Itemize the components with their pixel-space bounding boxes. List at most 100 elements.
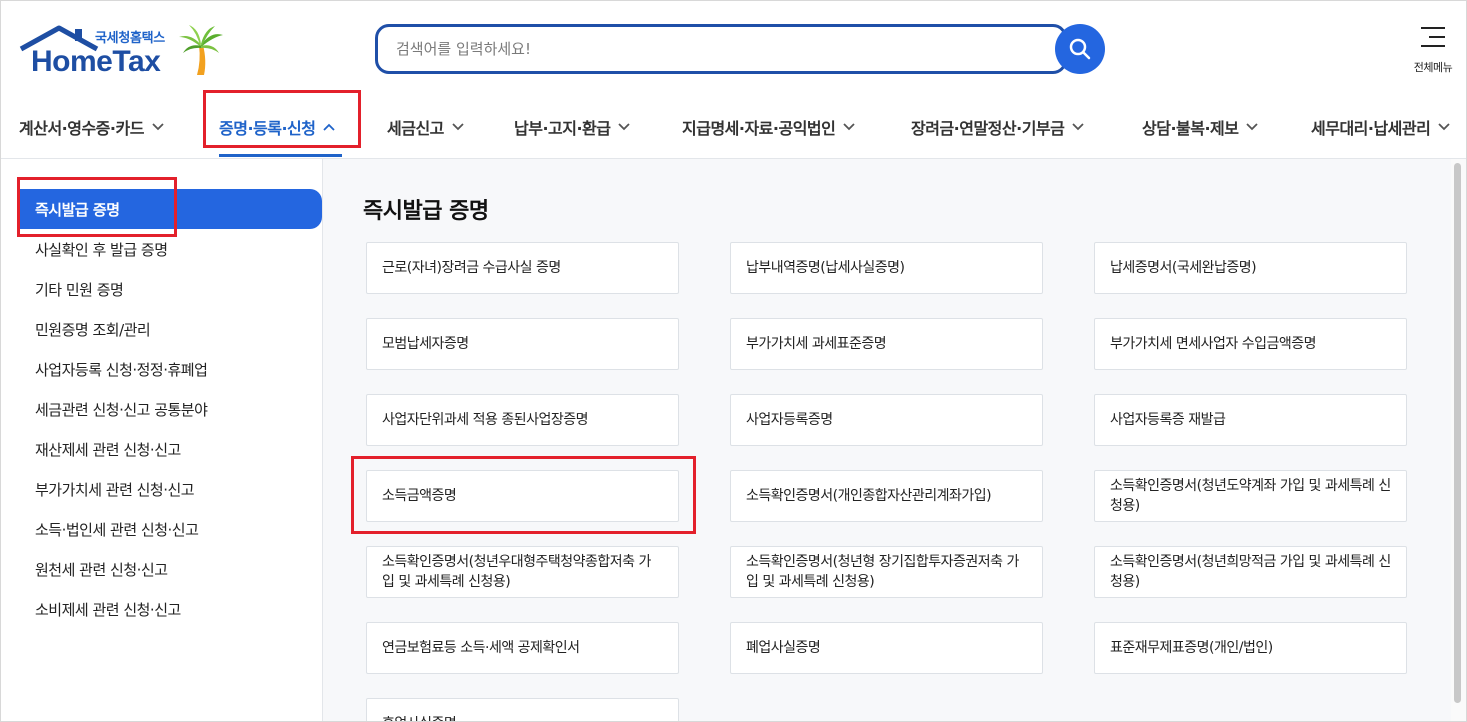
certificate-card[interactable]: 부가가치세 과세표준증명 bbox=[730, 318, 1043, 370]
sidebar-item-label: 소비제세 관련 신청·신고 bbox=[35, 600, 181, 619]
chevron-down-icon bbox=[843, 123, 855, 131]
hamburger-icon bbox=[1421, 27, 1445, 47]
nav-item-label: 지급명세·자료·공익법인 bbox=[682, 119, 836, 138]
all-menu-label: 전체메뉴 bbox=[1413, 61, 1453, 74]
sidebar-item-label: 원천세 관련 신청·신고 bbox=[35, 560, 168, 579]
page-title: 즉시발급 증명 bbox=[363, 199, 489, 224]
sidebar-item-label: 소득·법인세 관련 신청·신고 bbox=[35, 520, 199, 539]
certificate-card-label: 연금보험료등 소득·세액 공제확인서 bbox=[382, 640, 580, 656]
search-input[interactable] bbox=[396, 37, 1036, 61]
certificate-card-label: 사업자단위과세 적용 종된사업장증명 bbox=[382, 412, 588, 428]
sidebar-item-label: 즉시발급 증명 bbox=[35, 200, 120, 219]
nav-item-incentives[interactable]: 장려금·연말정산·기부금 bbox=[911, 107, 1084, 147]
hometax-logo[interactable]: 국세청홈택스 HomeTax bbox=[19, 23, 229, 79]
search-button[interactable] bbox=[1055, 24, 1105, 74]
all-menu-button[interactable]: 전체메뉴 bbox=[1405, 25, 1461, 77]
search-icon bbox=[1069, 38, 1091, 60]
nav-item-certificates[interactable]: 증명·등록·신청 bbox=[219, 107, 336, 147]
nav-item-label: 세무대리·납세관리 bbox=[1311, 119, 1431, 138]
certificate-card[interactable]: 사업자등록증 재발급 bbox=[1094, 394, 1407, 446]
certificate-card-label: 사업자등록증명 bbox=[746, 412, 833, 428]
certificate-card-label: 소득확인증명서(개인종합자산관리계좌가입) bbox=[746, 488, 992, 504]
chevron-down-icon bbox=[1246, 123, 1259, 131]
sidebar-item-certificate-inquiry[interactable]: 민원증명 조회/관리 bbox=[17, 309, 322, 349]
chevron-up-icon bbox=[323, 123, 336, 131]
sidebar-item-label: 사업자등록 신청·정정·휴폐업 bbox=[35, 360, 208, 379]
certificate-card-label: 폐업사실증명 bbox=[746, 640, 821, 656]
chevron-down-icon bbox=[618, 123, 631, 131]
certificate-card[interactable]: 납세증명서(국세완납증명) bbox=[1094, 242, 1407, 294]
certificate-card[interactable]: 소득확인증명서(청년형 장기집합투자증권저축 가입 및 과세특례 신청용) bbox=[730, 546, 1043, 598]
scrollbar-thumb[interactable] bbox=[1454, 163, 1461, 703]
nav-item-label: 납부·고지·환급 bbox=[514, 119, 611, 138]
sidebar-item-label: 민원증명 조회/관리 bbox=[35, 320, 151, 339]
active-nav-underline bbox=[219, 154, 342, 157]
certificate-card-label: 표준재무제표증명(개인/법인) bbox=[1110, 640, 1273, 656]
sidebar-item-label: 세금관련 신청·신고 공통분야 bbox=[35, 400, 208, 419]
chevron-down-icon bbox=[152, 123, 164, 131]
sidebar-item-common-applications[interactable]: 세금관련 신청·신고 공통분야 bbox=[17, 389, 322, 429]
nav-item-tax-agent[interactable]: 세무대리·납세관리 bbox=[1311, 107, 1450, 147]
sidebar-item-verified-certificates[interactable]: 사실확인 후 발급 증명 bbox=[17, 229, 322, 269]
certificate-card[interactable]: 납부내역증명(납세사실증명) bbox=[730, 242, 1043, 294]
certificate-card[interactable]: 부가가치세 면세사업자 수입금액증명 bbox=[1094, 318, 1407, 370]
certificate-card[interactable]: 폐업사실증명 bbox=[730, 622, 1043, 674]
nav-item-consulting[interactable]: 상담·불복·제보 bbox=[1142, 107, 1259, 147]
certificate-card[interactable]: 근로(자녀)장려금 수급사실 증명 bbox=[366, 242, 679, 294]
sidebar-item-business-registration[interactable]: 사업자등록 신청·정정·휴폐업 bbox=[17, 349, 322, 389]
certificate-card[interactable]: 소득확인증명서(청년도약계좌 가입 및 과세특례 신청용) bbox=[1094, 470, 1407, 522]
sidebar-item-instant-certificates[interactable]: 즉시발급 증명 bbox=[17, 189, 322, 229]
certificate-card[interactable]: 휴업사실증명 bbox=[366, 698, 679, 721]
sidebar-item-other-certificates[interactable]: 기타 민원 증명 bbox=[17, 269, 322, 309]
sidebar-item-vat[interactable]: 부가가치세 관련 신청·신고 bbox=[17, 469, 322, 509]
chevron-down-icon bbox=[452, 123, 464, 131]
certificate-card-label: 부가가치세 면세사업자 수입금액증명 bbox=[1110, 336, 1316, 352]
header: 국세청홈택스 HomeTax 검색어를 입력하세요! 전체메뉴 계산서·영수증·… bbox=[1, 1, 1466, 159]
certificate-card[interactable]: 연금보험료등 소득·세액 공제확인서 bbox=[366, 622, 679, 674]
certificate-card-label: 모범납세자증명 bbox=[382, 336, 469, 352]
nav-item-payment[interactable]: 납부·고지·환급 bbox=[514, 107, 631, 147]
certificate-card[interactable]: 사업자등록증명 bbox=[730, 394, 1043, 446]
certificate-card-label: 휴업사실증명 bbox=[382, 714, 457, 721]
logo-title: HomeTax bbox=[31, 45, 161, 78]
sidebar-item-label: 사실확인 후 발급 증명 bbox=[35, 240, 168, 259]
main-content: 즉시발급 증명 근로(자녀)장려금 수급사실 증명 납부내역증명(납세사실증명)… bbox=[323, 159, 1451, 721]
certificate-card-label: 소득확인증명서(청년희망적금 가입 및 과세특례 신청용) bbox=[1110, 554, 1391, 590]
income-amount-certificate-card[interactable]: 소득금액증명 bbox=[366, 470, 679, 522]
chevron-down-icon bbox=[1438, 123, 1450, 131]
logo-subtitle: 국세청홈택스 bbox=[95, 31, 165, 46]
vertical-scrollbar[interactable] bbox=[1451, 159, 1466, 721]
nav-item-tax-filing[interactable]: 세금신고 bbox=[387, 107, 464, 147]
certificate-card-label: 납부내역증명(납세사실증명) bbox=[746, 260, 905, 276]
certificate-card[interactable]: 소득확인증명서(개인종합자산관리계좌가입) bbox=[730, 470, 1043, 522]
certificate-card-label: 소득확인증명서(청년우대형주택청약종합저축 가입 및 과세특례 신청용) bbox=[382, 554, 651, 590]
nav-item-label: 상담·불복·제보 bbox=[1142, 119, 1239, 138]
nav-item-label: 증명·등록·신청 bbox=[219, 119, 316, 138]
certificate-card[interactable]: 소득확인증명서(청년우대형주택청약종합저축 가입 및 과세특례 신청용) bbox=[366, 546, 679, 598]
certificate-card-label: 납세증명서(국세완납증명) bbox=[1110, 260, 1257, 276]
sidebar-item-property-tax[interactable]: 재산제세 관련 신청·신고 bbox=[17, 429, 322, 469]
nav-item-label: 세금신고 bbox=[387, 119, 444, 138]
nav-item-label: 장려금·연말정산·기부금 bbox=[911, 119, 1065, 138]
hometax-window: 국세청홈택스 HomeTax 검색어를 입력하세요! 전체메뉴 계산서·영수증·… bbox=[0, 0, 1467, 722]
certificate-card[interactable]: 소득확인증명서(청년희망적금 가입 및 과세특례 신청용) bbox=[1094, 546, 1407, 598]
certificate-card[interactable]: 사업자단위과세 적용 종된사업장증명 bbox=[366, 394, 679, 446]
certificate-card-label: 부가가치세 과세표준증명 bbox=[746, 336, 887, 352]
certificate-card[interactable]: 모범납세자증명 bbox=[366, 318, 679, 370]
sidebar-item-withholding-tax[interactable]: 원천세 관련 신청·신고 bbox=[17, 549, 322, 589]
sidebar: 즉시발급 증명 사실확인 후 발급 증명 기타 민원 증명 민원증명 조회/관리… bbox=[1, 159, 323, 721]
certificate-card-label: 소득확인증명서(청년형 장기집합투자증권저축 가입 및 과세특례 신청용) bbox=[746, 554, 1019, 590]
nav-item-label: 계산서·영수증·카드 bbox=[19, 119, 144, 138]
chevron-down-icon bbox=[1072, 123, 1084, 131]
nav-item-payment-statements[interactable]: 지급명세·자료·공익법인 bbox=[682, 107, 855, 147]
sidebar-item-income-corporate-tax[interactable]: 소득·법인세 관련 신청·신고 bbox=[17, 509, 322, 549]
sidebar-item-consumption-tax[interactable]: 소비제세 관련 신청·신고 bbox=[17, 589, 322, 629]
certificate-card-label: 근로(자녀)장려금 수급사실 증명 bbox=[382, 260, 561, 276]
certificate-card[interactable]: 표준재무제표증명(개인/법인) bbox=[1094, 622, 1407, 674]
sidebar-item-label: 재산제세 관련 신청·신고 bbox=[35, 440, 181, 459]
palm-tree-icon bbox=[179, 25, 223, 75]
search-box bbox=[375, 24, 1067, 74]
certificate-card-label: 소득금액증명 bbox=[382, 488, 457, 504]
nav-item-receipts[interactable]: 계산서·영수증·카드 bbox=[19, 107, 164, 147]
certificate-card-label: 소득확인증명서(청년도약계좌 가입 및 과세특례 신청용) bbox=[1110, 478, 1391, 514]
